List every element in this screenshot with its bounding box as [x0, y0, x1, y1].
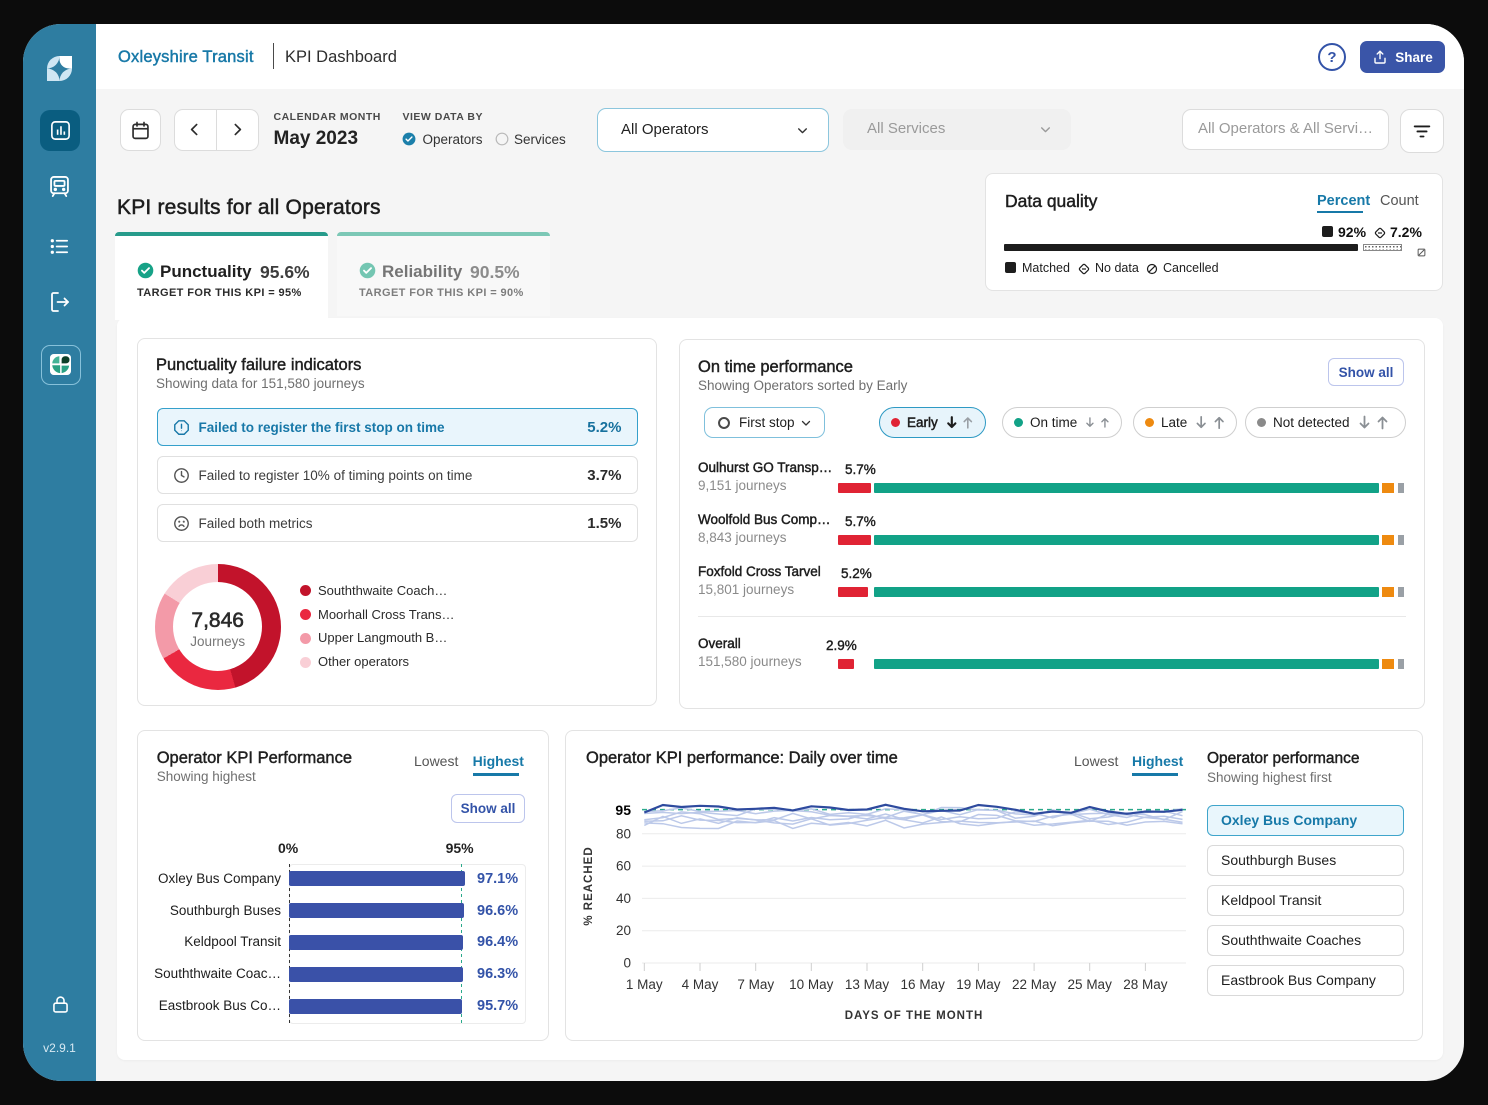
svg-text:95: 95 [615, 802, 631, 818]
svg-text:40: 40 [616, 891, 631, 906]
svg-text:16 May: 16 May [901, 977, 946, 992]
svg-text:25 May: 25 May [1068, 977, 1113, 992]
svg-text:22 May: 22 May [1012, 977, 1057, 992]
svg-text:0: 0 [623, 956, 631, 971]
svg-text:60: 60 [616, 859, 631, 874]
svg-text:7 May: 7 May [737, 977, 774, 992]
svg-text:% REACHED: % REACHED [583, 846, 595, 925]
svg-text:13 May: 13 May [845, 977, 890, 992]
svg-text:19 May: 19 May [956, 977, 1001, 992]
svg-text:DAYS OF THE MONTH: DAYS OF THE MONTH [845, 1010, 984, 1022]
svg-text:80: 80 [616, 826, 631, 841]
svg-text:4 May: 4 May [682, 977, 719, 992]
svg-text:10 May: 10 May [789, 977, 834, 992]
svg-text:20: 20 [616, 923, 631, 938]
svg-text:28 May: 28 May [1123, 977, 1168, 992]
svg-text:1 May: 1 May [626, 977, 663, 992]
